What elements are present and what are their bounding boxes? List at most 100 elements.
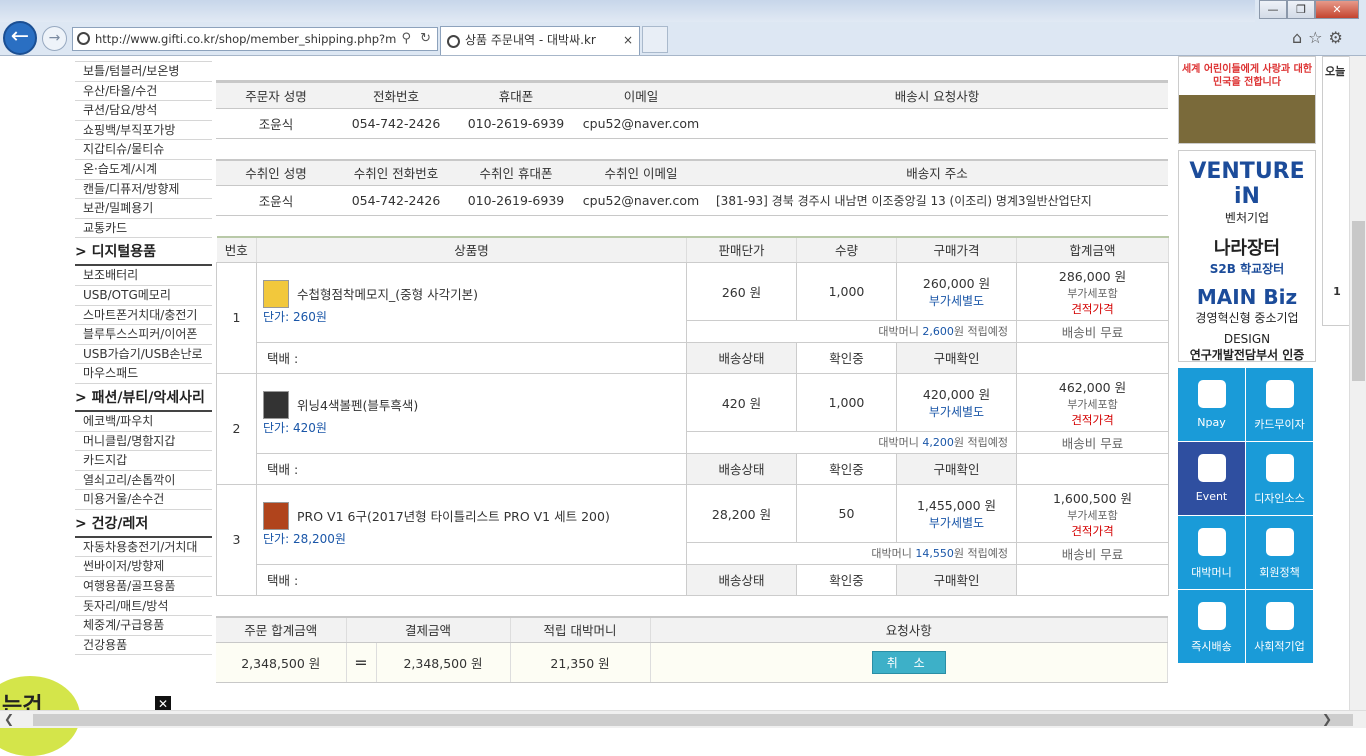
- cancel-order-button[interactable]: 취 소: [871, 651, 946, 674]
- receiver-header: 배송지 주소: [706, 158, 1168, 186]
- horizontal-scroll-thumb[interactable]: [33, 714, 1353, 726]
- window-controls: — ❐ ✕: [1259, 0, 1359, 19]
- points-prefix: 대박머니: [878, 325, 923, 338]
- category-head-digital[interactable]: 디지털용품: [75, 238, 212, 267]
- quick-menu-tile[interactable]: 대박머니: [1178, 516, 1245, 589]
- receiver-header: 수취인 전화번호: [336, 158, 456, 186]
- total-price: 462,000 원: [1058, 379, 1127, 395]
- category-item[interactable]: 머니클립/명함지갑: [75, 432, 212, 452]
- category-item[interactable]: 여행용품/골프용품: [75, 577, 212, 597]
- orderer-header: 전화번호: [336, 81, 456, 109]
- maximize-icon[interactable]: ❐: [1287, 0, 1315, 19]
- favorites-star-icon[interactable]: ☆: [1308, 28, 1322, 47]
- category-item[interactable]: 지갑티슈/물티슈: [75, 140, 212, 160]
- category-item[interactable]: 건강용품: [75, 636, 212, 656]
- total-price-cell: 462,000 원 부가세포함 견적가격: [1016, 372, 1169, 432]
- summary-header: 적립 대박머니: [510, 615, 651, 643]
- minimize-icon[interactable]: —: [1259, 0, 1287, 19]
- certification-banner: VENTURE iN 벤처기업 나라장터 S2B 학교장터 MAIN Biz 경…: [1178, 150, 1316, 362]
- orderer-phone: 054-742-2426: [336, 108, 456, 139]
- purchase-confirm-button[interactable]: 구매확인: [896, 341, 1017, 374]
- scroll-right-icon[interactable]: ❯: [1322, 712, 1332, 726]
- receiver-address: [381-93] 경북 경주시 내남면 이조중앙길 13 (이조리) 명계3일반…: [706, 185, 1168, 216]
- category-item[interactable]: 마우스패드: [75, 364, 212, 384]
- category-item[interactable]: 보관/밀폐용기: [75, 199, 212, 219]
- category-item[interactable]: 쿠션/담요/방석: [75, 101, 212, 121]
- empty-cell: [1016, 563, 1169, 596]
- search-icon[interactable]: ⚲: [401, 28, 411, 50]
- summary-header: 결제금액: [346, 615, 511, 643]
- tab-order-history[interactable]: 상품 주문내역 - 대박싸.kr ×: [440, 26, 640, 55]
- category-item[interactable]: 스마트폰거치대/충전기: [75, 306, 212, 326]
- product-name-link[interactable]: PRO V1 6구(2017년형 타이틀리스트 PRO V1 세트 200): [297, 506, 610, 525]
- quick-menu-tile[interactable]: Npay: [1178, 368, 1245, 441]
- courier-label: 택배 :: [256, 341, 687, 374]
- refresh-icon[interactable]: ↻: [420, 28, 431, 50]
- category-item[interactable]: 보조배터리: [75, 266, 212, 286]
- order-detail-main: 주문자 성명 전화번호 휴대폰 이메일 배송시 요청사항 조윤식 054-742…: [216, 56, 1169, 683]
- category-item[interactable]: 체중계/구급용품: [75, 616, 212, 636]
- quick-menu-tile[interactable]: 회원정책: [1246, 516, 1313, 589]
- home-icon[interactable]: ⌂: [1292, 28, 1302, 47]
- quick-menu-tile[interactable]: 사회적기업: [1246, 590, 1313, 663]
- kids-charity-banner[interactable]: 세계 어린이들에게 사랑과 대한민국을 전합니다: [1178, 56, 1316, 144]
- category-item[interactable]: 자동차용충전기/거치대: [75, 538, 212, 558]
- scroll-left-icon[interactable]: ❮: [4, 712, 14, 726]
- category-item[interactable]: USB/OTG메모리: [75, 286, 212, 306]
- points-prefix: 대박머니: [871, 547, 916, 560]
- vertical-scrollbar[interactable]: [1349, 56, 1366, 710]
- address-bar[interactable]: http://www.gifti.co.kr/shop/member_shipp…: [72, 27, 438, 51]
- category-item[interactable]: 에코백/파우치: [75, 412, 212, 432]
- quick-menu-tile[interactable]: 카드무이자: [1246, 368, 1313, 441]
- item-number: 3: [216, 483, 257, 596]
- tab-close-icon[interactable]: ×: [623, 27, 633, 54]
- category-item[interactable]: 미용거울/손수건: [75, 490, 212, 510]
- quick-menu-tile[interactable]: 디자인소스: [1246, 442, 1313, 515]
- today-viewed-panel[interactable]: 오늘 1: [1322, 56, 1352, 326]
- category-item[interactable]: 썬바이저/방향제: [75, 557, 212, 578]
- category-item[interactable]: 쇼핑백/부직포가방: [75, 121, 212, 141]
- settings-gear-icon[interactable]: ⚙: [1329, 28, 1343, 47]
- tile-icon: [1266, 602, 1294, 630]
- category-item[interactable]: 캔들/디퓨저/방향제: [75, 180, 212, 200]
- vat-included-label: 부가세포함: [1067, 397, 1118, 411]
- receiver-header: 수취인 휴대폰: [456, 158, 576, 186]
- summary-header: 주문 합계금액: [216, 615, 347, 643]
- tile-label: 즉시배송: [1191, 640, 1232, 653]
- product-thumbnail[interactable]: [263, 501, 289, 530]
- product-thumbnail[interactable]: [263, 279, 289, 308]
- category-item[interactable]: 열쇠고리/손톱깍이: [75, 471, 212, 491]
- tile-label: Npay: [1197, 416, 1226, 429]
- purchase-price-cell: 260,000 원 부가세별도: [896, 261, 1017, 321]
- back-button[interactable]: ←: [3, 21, 37, 55]
- purchase-confirm-button[interactable]: 구매확인: [896, 563, 1017, 596]
- category-item[interactable]: 우산/타올/수건: [75, 82, 212, 102]
- category-item[interactable]: 교통카드: [75, 219, 212, 239]
- quick-menu-tile[interactable]: Event: [1178, 442, 1245, 515]
- quick-menu-tile[interactable]: 즉시배송: [1178, 590, 1245, 663]
- unit-price-label: 단가: 28,200원: [263, 531, 346, 546]
- forward-button[interactable]: →: [42, 26, 67, 51]
- product-name-link[interactable]: 위닝4색볼펜(블투흑색): [297, 395, 418, 414]
- order-total: 2,348,500 원: [216, 642, 347, 683]
- vertical-scroll-thumb[interactable]: [1352, 221, 1365, 381]
- close-window-icon[interactable]: ✕: [1315, 0, 1359, 19]
- new-tab-button[interactable]: [642, 26, 668, 53]
- purchase-price-cell: 1,455,000 원 부가세별도: [896, 483, 1017, 543]
- category-item[interactable]: 블루투스스피커/이어폰: [75, 325, 212, 345]
- narajangter-logo: 나라장터: [1213, 238, 1281, 259]
- category-item[interactable]: 보틀/텀블러/보온병: [75, 62, 212, 82]
- purchase-confirm-button[interactable]: 구매확인: [896, 452, 1017, 485]
- product-thumbnail[interactable]: [263, 390, 289, 419]
- category-item[interactable]: 카드지갑: [75, 451, 212, 471]
- category-item[interactable]: 돗자리/매트/방석: [75, 597, 212, 617]
- product-name-link[interactable]: 수첩형점착메모지_(중형 사각기본): [297, 284, 478, 303]
- horizontal-scrollbar[interactable]: ❮ ❯: [0, 710, 1366, 728]
- category-item[interactable]: 온·습도계/시계: [75, 160, 212, 180]
- items-header: 합계금액: [1016, 236, 1169, 263]
- category-group-digital: 보조배터리 USB/OTG메모리 스마트폰거치대/충전기 블루투스스피커/이어폰 USB…: [75, 266, 212, 384]
- points-cell: 대박머니 4,200원 적립예정: [686, 431, 1017, 454]
- category-item[interactable]: USB가습기/USB손난로: [75, 345, 212, 365]
- category-head-fashion[interactable]: 패션/뷰티/악세사리: [75, 384, 212, 412]
- category-head-health[interactable]: 건강/레저: [75, 510, 212, 538]
